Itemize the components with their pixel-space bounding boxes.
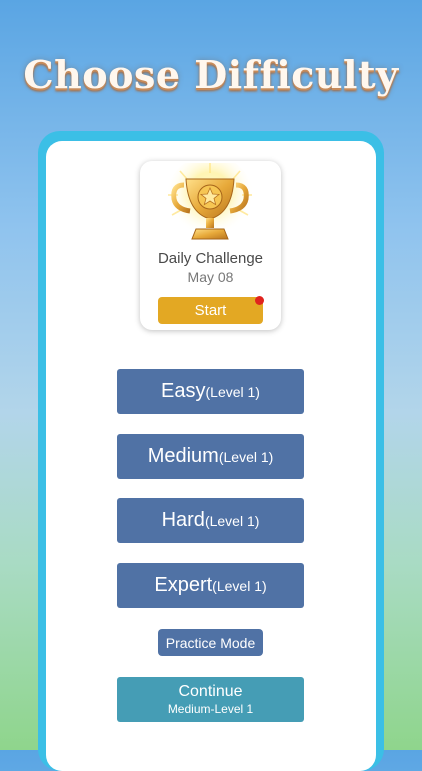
level-name: Medium: [147, 445, 219, 467]
trophy-icon: [166, 163, 254, 243]
level-number: (Level 1): [204, 512, 260, 529]
level-number: (Level 1): [212, 577, 267, 594]
level-name: Easy: [161, 380, 206, 402]
level-name: Hard: [161, 509, 205, 531]
daily-challenge-title: Daily Challenge: [157, 250, 264, 267]
continue-detail: Medium-Level 1: [167, 702, 254, 716]
medium-button[interactable]: Medium (Level 1): [117, 434, 304, 479]
start-button-label: Start: [194, 302, 227, 319]
page-title: Choose Difficulty: [23, 52, 399, 97]
continue-label: Continue: [178, 683, 243, 700]
level-name: Expert: [154, 574, 213, 596]
start-button[interactable]: Start: [158, 296, 264, 324]
easy-button[interactable]: Easy (Level 1): [117, 369, 304, 414]
daily-challenge-card[interactable]: Daily Challenge May 08 Start: [140, 161, 281, 330]
level-number: (Level 1): [218, 448, 274, 465]
notification-dot: [255, 296, 264, 305]
daily-challenge-date: May 08: [187, 269, 234, 285]
hard-button[interactable]: Hard (Level 1): [117, 498, 304, 543]
continue-button[interactable]: Continue Medium-Level 1: [117, 677, 304, 722]
practice-mode-button[interactable]: Practice Mode: [158, 629, 263, 656]
level-number: (Level 1): [205, 383, 260, 400]
expert-button[interactable]: Expert (Level 1): [117, 563, 304, 608]
